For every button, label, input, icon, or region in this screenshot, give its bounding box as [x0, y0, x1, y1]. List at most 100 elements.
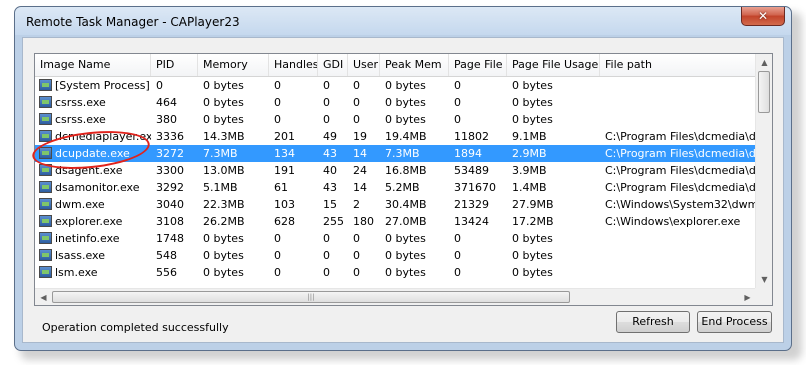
table-row[interactable]: csrss.exe 464 0 bytes 0 0 0 0 bytes 0 0 bytes	[35, 94, 756, 111]
cell-file-path: C:\Program Files\dcmedia\dc	[605, 130, 756, 143]
cell-pid: 3300	[156, 164, 184, 177]
process-name: dsamonitor.exe	[55, 181, 140, 194]
process-name: dsagent.exe	[55, 164, 123, 177]
cell-page-file-usage: 27.9MB	[512, 198, 554, 211]
cell-user: 0	[353, 113, 360, 126]
cell-memory: 22.3MB	[203, 198, 245, 211]
cell-gdi: 0	[323, 113, 330, 126]
cell-peak-mem: 0 bytes	[385, 266, 426, 279]
cell-peak-mem: 5.2MB	[385, 181, 420, 194]
cell-peak-mem: 0 bytes	[385, 232, 426, 245]
column-header-gdi[interactable]: GDI	[318, 54, 348, 76]
cell-page-file: 21329	[454, 198, 489, 211]
table-row[interactable]: dwm.exe 3040 22.3MB 103 15 2 30.4MB 21329 27.9MB…	[35, 196, 756, 213]
window-title: Remote Task Manager - CAPlayer23	[26, 15, 240, 29]
process-name-cell: dcupdate.exe	[35, 145, 151, 162]
cell-gdi: 40	[323, 164, 337, 177]
process-icon	[39, 249, 52, 261]
process-icon	[39, 181, 52, 193]
process-name: csrss.exe	[55, 113, 106, 126]
process-name: dwm.exe	[55, 198, 105, 211]
table-row[interactable]: [System Process] 0 0 bytes 0 0 0 0 bytes 0 0 byt…	[35, 77, 756, 94]
cell-handles: 103	[274, 198, 295, 211]
cell-user: 2	[353, 198, 360, 211]
cell-gdi: 0	[323, 266, 330, 279]
cell-handles: 628	[274, 215, 295, 228]
cell-handles: 0	[274, 266, 281, 279]
cell-file-path	[600, 111, 756, 128]
process-name: csrss.exe	[55, 96, 106, 109]
cell-user: 14	[353, 181, 367, 194]
column-header-handles[interactable]: Handles	[269, 54, 318, 76]
cell-gdi: 0	[323, 79, 330, 92]
cell-file-path	[600, 264, 756, 281]
table-row[interactable]: csrss.exe 380 0 bytes 0 0 0 0 bytes 0 0 bytes	[35, 111, 756, 128]
horizontal-scroll-thumb[interactable]: |||	[52, 291, 570, 303]
column-header-memory[interactable]: Memory	[198, 54, 269, 76]
refresh-button[interactable]: Refresh	[616, 311, 690, 333]
cell-page-file-usage: 0 bytes	[512, 113, 553, 126]
title-bar[interactable]: Remote Task Manager - CAPlayer23 ✕	[15, 7, 791, 37]
column-header-image-name[interactable]: Image Name	[35, 54, 151, 76]
process-name-cell: dwm.exe	[35, 196, 151, 213]
cell-gdi: 49	[323, 130, 337, 143]
scroll-right-arrow-icon[interactable]: ▶	[739, 289, 756, 305]
table-row[interactable]: dsamonitor.exe 3292 5.1MB 61 43 14 5.2MB 371670…	[35, 179, 756, 196]
cell-user: 0	[353, 232, 360, 245]
cell-pid: 3272	[156, 147, 184, 160]
cell-file-path: C:\Program Files\dcmedia\ds	[605, 181, 756, 194]
column-header-pid[interactable]: PID	[151, 54, 198, 76]
process-icon	[39, 96, 52, 108]
scroll-up-arrow-icon[interactable]: ▲	[756, 54, 772, 71]
process-icon	[39, 130, 52, 142]
scroll-down-arrow-icon[interactable]: ▼	[756, 271, 772, 288]
cell-page-file-usage: 0 bytes	[512, 79, 553, 92]
table-row[interactable]: lsm.exe 556 0 bytes 0 0 0 0 bytes 0 0 bytes	[35, 264, 756, 281]
column-header-page-file[interactable]: Page File	[449, 54, 507, 76]
process-name: lsass.exe	[55, 249, 105, 262]
cell-memory: 26.2MB	[203, 215, 245, 228]
cell-peak-mem: 0 bytes	[385, 113, 426, 126]
process-list[interactable]: Image Name PID Memory Handles GDI User Peak Me…	[34, 53, 773, 306]
cell-pid: 3336	[156, 130, 184, 143]
cell-peak-mem: 27.0MB	[385, 215, 427, 228]
column-header-user[interactable]: User	[348, 54, 380, 76]
cell-file-path: C:\Windows\System32\dwm.	[605, 198, 756, 211]
horizontal-scrollbar[interactable]: ◀ ||| ▶	[35, 288, 756, 305]
table-row[interactable]: dcmediaplayer.exe 3336 14.3MB 201 49 19 19.4MB…	[35, 128, 756, 145]
close-button[interactable]: ✕	[741, 7, 785, 26]
cell-gdi: 255	[323, 215, 344, 228]
cell-memory: 13.0MB	[203, 164, 245, 177]
cell-handles: 0	[274, 113, 281, 126]
process-name-cell: dsagent.exe	[35, 162, 151, 179]
process-name-cell: lsass.exe	[35, 247, 151, 264]
cell-handles: 61	[274, 181, 288, 194]
cell-gdi: 15	[323, 198, 337, 211]
table-row[interactable]: dsagent.exe 3300 13.0MB 191 40 24 16.8MB 53489 3…	[35, 162, 756, 179]
cell-page-file: 11802	[454, 130, 489, 143]
cell-memory: 14.3MB	[203, 130, 245, 143]
process-name-cell: dsamonitor.exe	[35, 179, 151, 196]
scroll-left-arrow-icon[interactable]: ◀	[35, 289, 52, 305]
table-row[interactable]: explorer.exe 3108 26.2MB 628 255 180 27.0MB 134…	[35, 213, 756, 230]
vertical-scroll-thumb[interactable]	[758, 71, 770, 113]
table-row[interactable]: inetinfo.exe 1748 0 bytes 0 0 0 0 bytes 0 0 byte…	[35, 230, 756, 247]
end-process-button[interactable]: End Process	[697, 311, 772, 333]
cell-peak-mem: 7.3MB	[385, 147, 420, 160]
cell-page-file: 13424	[454, 215, 489, 228]
cell-user: 19	[353, 130, 367, 143]
table-row[interactable]: dcupdate.exe 3272 7.3MB 134 43 14 7.3MB 1894 2.9…	[35, 145, 756, 162]
column-header-peak-mem[interactable]: Peak Mem	[380, 54, 449, 76]
cell-pid: 556	[156, 266, 177, 279]
column-header-page-file-usage[interactable]: Page File Usage	[507, 54, 600, 76]
cell-handles: 0	[274, 249, 281, 262]
table-row[interactable]: lsass.exe 548 0 bytes 0 0 0 0 bytes 0 0 bytes	[35, 247, 756, 264]
cell-file-path	[600, 94, 756, 111]
cell-memory: 0 bytes	[203, 266, 244, 279]
vertical-scrollbar[interactable]: ▲ ▼	[755, 54, 772, 288]
cell-gdi: 0	[323, 96, 330, 109]
close-icon: ✕	[757, 9, 769, 23]
process-name-cell: [System Process]	[35, 77, 151, 94]
cell-peak-mem: 30.4MB	[385, 198, 427, 211]
column-header-file-path[interactable]: File path	[600, 54, 756, 76]
